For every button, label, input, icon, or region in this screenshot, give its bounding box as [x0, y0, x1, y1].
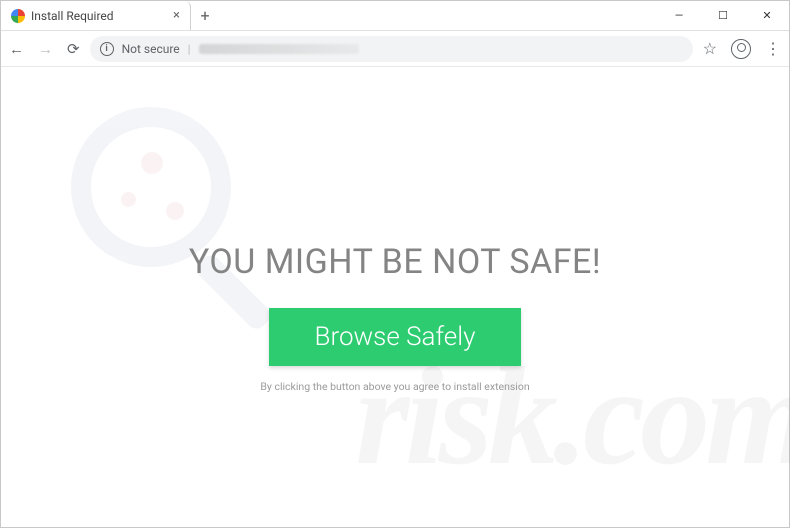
profile-icon[interactable] [731, 39, 751, 59]
toolbar: ← → ⟳ i Not secure | ☆ ⋮ [1, 31, 789, 67]
toolbar-right: ☆ ⋮ [703, 39, 781, 59]
favicon-icon [11, 9, 25, 23]
tab-title: Install Required [31, 9, 114, 23]
nav-icons: ← → ⟳ [9, 40, 80, 58]
browse-safely-button[interactable]: Browse Safely [269, 308, 522, 366]
address-bar[interactable]: i Not secure | [90, 36, 693, 62]
titlebar: Install Required × + — ☐ ✕ [1, 1, 789, 31]
browser-tab[interactable]: Install Required × [1, 1, 191, 30]
url-obscured [199, 44, 359, 54]
watermark: risk.com [1, 67, 789, 527]
new-tab-button[interactable]: + [191, 1, 219, 30]
page-content: risk.com YOU MIGHT BE NOT SAFE! Browse S… [1, 67, 789, 527]
tab-close-icon[interactable]: × [173, 8, 180, 23]
security-label: Not secure [122, 42, 180, 56]
headline-text: YOU MIGHT BE NOT SAFE! [189, 242, 601, 282]
forward-icon[interactable]: → [38, 40, 53, 58]
minimize-button[interactable]: — [657, 1, 701, 30]
window-controls: — ☐ ✕ [657, 1, 789, 30]
kebab-menu-icon[interactable]: ⋮ [765, 39, 781, 58]
info-icon[interactable]: i [100, 42, 114, 56]
disclaimer-text: By clicking the button above you agree t… [260, 380, 529, 393]
maximize-button[interactable]: ☐ [701, 1, 745, 30]
browser-window: Install Required × + — ☐ ✕ ← → ⟳ i Not s… [0, 0, 790, 528]
back-icon[interactable]: ← [9, 40, 24, 58]
star-icon[interactable]: ☆ [703, 39, 717, 58]
close-button[interactable]: ✕ [745, 1, 789, 30]
reload-icon[interactable]: ⟳ [67, 40, 80, 58]
